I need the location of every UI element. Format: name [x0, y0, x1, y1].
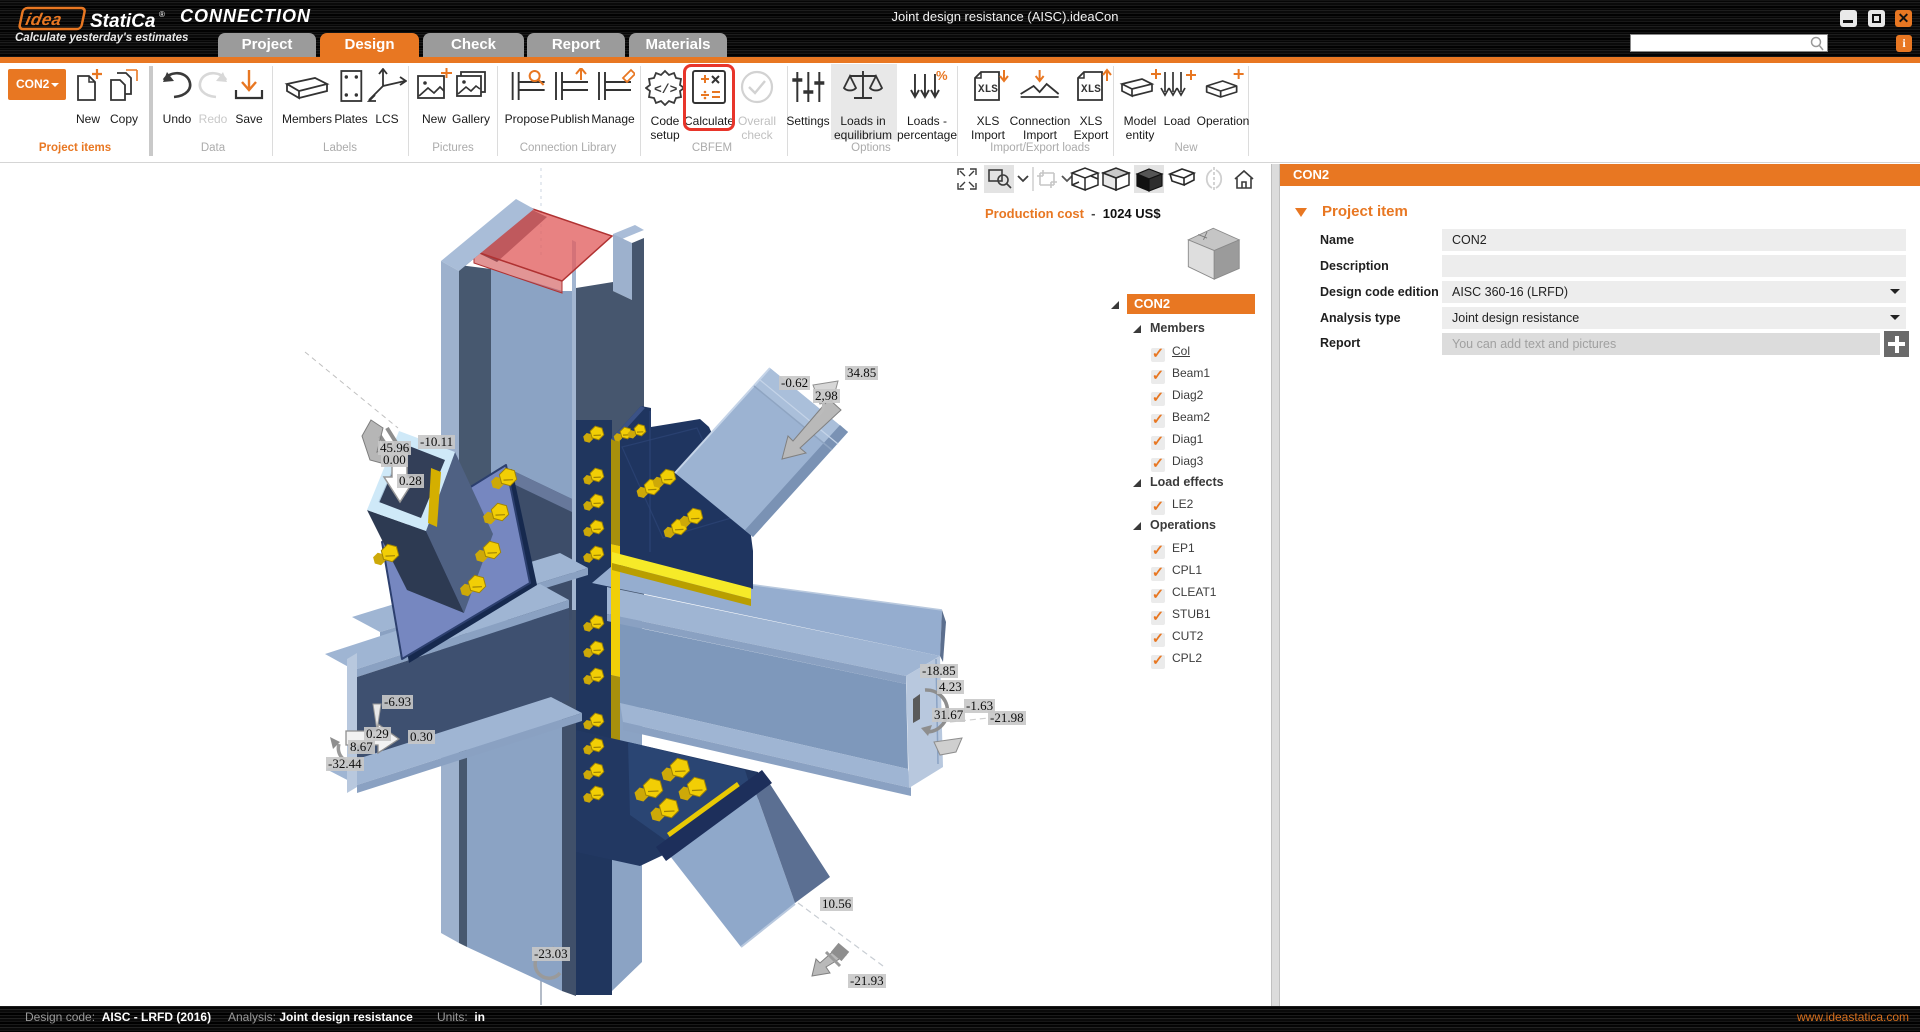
- svg-text:StatiCa: StatiCa: [90, 11, 156, 32]
- svg-text:XLS: XLS: [978, 84, 998, 96]
- svg-text:XLS: XLS: [1081, 84, 1101, 96]
- svg-text:®: ®: [159, 10, 165, 19]
- svg-text:</>: </>: [654, 82, 678, 97]
- svg-text:%: %: [936, 68, 948, 83]
- svg-text:idea: idea: [24, 9, 64, 29]
